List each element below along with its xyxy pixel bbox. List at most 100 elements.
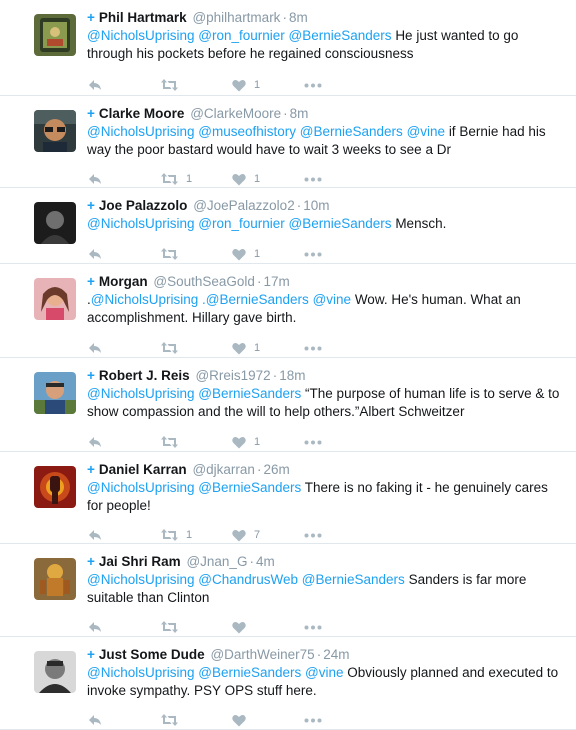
author-handle[interactable]: @ClarkeMoore [190, 106, 281, 121]
like-button[interactable] [232, 617, 246, 637]
author-name[interactable]: Phil Hartmark [99, 10, 187, 25]
like-button[interactable]: 1 [232, 169, 260, 189]
retweet-button[interactable] [161, 432, 178, 452]
retweet-button[interactable]: 1 [161, 525, 192, 545]
author-name[interactable]: Clarke Moore [99, 106, 185, 121]
mention-link[interactable]: @ChandrusWeb [198, 572, 298, 587]
avatar[interactable] [34, 14, 76, 56]
tweet-timestamp[interactable]: 24m [323, 647, 349, 662]
follow-plus-icon[interactable]: + [87, 106, 95, 121]
mention-link[interactable]: @ron_fournier [198, 28, 285, 43]
mention-link[interactable]: @BernieSanders [198, 665, 301, 680]
more-options-button[interactable] [304, 432, 322, 452]
author-name[interactable]: Joe Palazzolo [99, 198, 188, 213]
author-name[interactable]: Morgan [99, 274, 148, 289]
avatar[interactable] [34, 558, 76, 600]
mention-link[interactable]: @BernieSanders [300, 124, 403, 139]
avatar[interactable] [34, 466, 76, 508]
like-button[interactable]: 1 [232, 75, 260, 95]
follow-plus-icon[interactable]: + [87, 368, 95, 383]
avatar[interactable] [34, 202, 76, 244]
more-options-button[interactable] [304, 338, 322, 358]
retweet-icon [161, 173, 178, 185]
more-options-button[interactable] [304, 617, 322, 637]
follow-plus-icon[interactable]: + [87, 274, 95, 289]
mention-link[interactable]: @NicholsUprising [87, 572, 195, 587]
tweet-timestamp[interactable]: 8m [289, 10, 308, 25]
author-handle[interactable]: @philhartmark [192, 10, 280, 25]
mention-link[interactable]: @NicholsUprising [91, 292, 199, 307]
mention-link[interactable]: @BernieSanders [289, 28, 392, 43]
avatar[interactable] [34, 110, 76, 152]
more-options-button[interactable] [304, 525, 322, 545]
reply-button[interactable] [88, 432, 102, 452]
avatar[interactable] [34, 651, 76, 693]
more-options-button[interactable] [304, 710, 322, 730]
reply-button[interactable] [88, 244, 102, 264]
mention-link[interactable]: @NicholsUprising [87, 480, 195, 495]
mention-link[interactable]: @NicholsUprising [87, 124, 195, 139]
like-button[interactable]: 1 [232, 432, 260, 452]
reply-button[interactable] [88, 169, 102, 189]
retweet-button[interactable] [161, 338, 178, 358]
author-handle[interactable]: @JoePalazzolo2 [193, 198, 295, 213]
retweet-button[interactable] [161, 75, 178, 95]
tweet: + Phil Hartmark @philhartmark · 8m @NicholsU… [0, 0, 576, 96]
reply-button[interactable] [88, 75, 102, 95]
author-handle[interactable]: @djkarran [192, 462, 254, 477]
author-name[interactable]: Jai Shri Ram [99, 554, 181, 569]
author-name[interactable]: Robert J. Reis [99, 368, 190, 383]
like-button[interactable]: 1 [232, 338, 260, 358]
author-handle[interactable]: @SouthSeaGold [153, 274, 255, 289]
separator-dot: · [256, 274, 262, 289]
tweet-timestamp[interactable]: 8m [290, 106, 309, 121]
retweet-button[interactable]: 1 [161, 169, 192, 189]
mention-link[interactable]: @NicholsUprising [87, 28, 195, 43]
tweet-timestamp[interactable]: 17m [263, 274, 289, 289]
reply-button[interactable] [88, 338, 102, 358]
more-options-button[interactable] [304, 244, 322, 264]
mention-link[interactable]: @museofhistory [198, 124, 296, 139]
author-name[interactable]: Daniel Karran [99, 462, 187, 477]
tweet-timestamp[interactable]: 18m [279, 368, 305, 383]
retweet-button[interactable] [161, 617, 178, 637]
mention-link[interactable]: @BernieSanders [289, 216, 392, 231]
author-handle[interactable]: @Jnan_G [186, 554, 247, 569]
tweet-timestamp[interactable]: 26m [263, 462, 289, 477]
like-button[interactable]: 1 [232, 244, 260, 264]
follow-plus-icon[interactable]: + [87, 198, 95, 213]
tweet-timestamp[interactable]: 10m [303, 198, 329, 213]
like-button[interactable]: 7 [232, 525, 260, 545]
mention-link[interactable]: @vine [313, 292, 351, 307]
mention-link[interactable]: @vine [305, 665, 343, 680]
more-options-button[interactable] [304, 75, 322, 95]
avatar[interactable] [34, 372, 76, 414]
follow-plus-icon[interactable]: + [87, 647, 95, 662]
tweet-header: + Morgan @SouthSeaGold · 17m [87, 273, 566, 291]
reply-button[interactable] [88, 710, 102, 730]
mention-link[interactable]: @BernieSanders [198, 386, 301, 401]
mention-link[interactable]: @ron_fournier [198, 216, 285, 231]
retweet-button[interactable] [161, 244, 178, 264]
author-handle[interactable]: @DarthWeiner75 [210, 647, 314, 662]
mention-link[interactable]: @vine [407, 124, 445, 139]
mention-link[interactable]: @NicholsUprising [87, 386, 195, 401]
like-button[interactable] [232, 710, 246, 730]
mention-link[interactable]: @BernieSanders [198, 480, 301, 495]
more-options-button[interactable] [304, 169, 322, 189]
reply-button[interactable] [88, 525, 102, 545]
reply-button[interactable] [88, 617, 102, 637]
author-handle[interactable]: @Rreis1972 [195, 368, 270, 383]
follow-plus-icon[interactable]: + [87, 554, 95, 569]
mention-link[interactable]: @NicholsUprising [87, 216, 195, 231]
follow-plus-icon[interactable]: + [87, 10, 95, 25]
avatar[interactable] [34, 278, 76, 320]
tweet-header: + Joe Palazzolo @JoePalazzolo2 · 10m [87, 197, 566, 215]
mention-link[interactable]: .@BernieSanders [202, 292, 309, 307]
mention-link[interactable]: @BernieSanders [302, 572, 405, 587]
follow-plus-icon[interactable]: + [87, 462, 95, 477]
mention-link[interactable]: @NicholsUprising [87, 665, 195, 680]
tweet-timestamp[interactable]: 4m [256, 554, 275, 569]
author-name[interactable]: Just Some Dude [99, 647, 205, 662]
retweet-button[interactable] [161, 710, 178, 730]
